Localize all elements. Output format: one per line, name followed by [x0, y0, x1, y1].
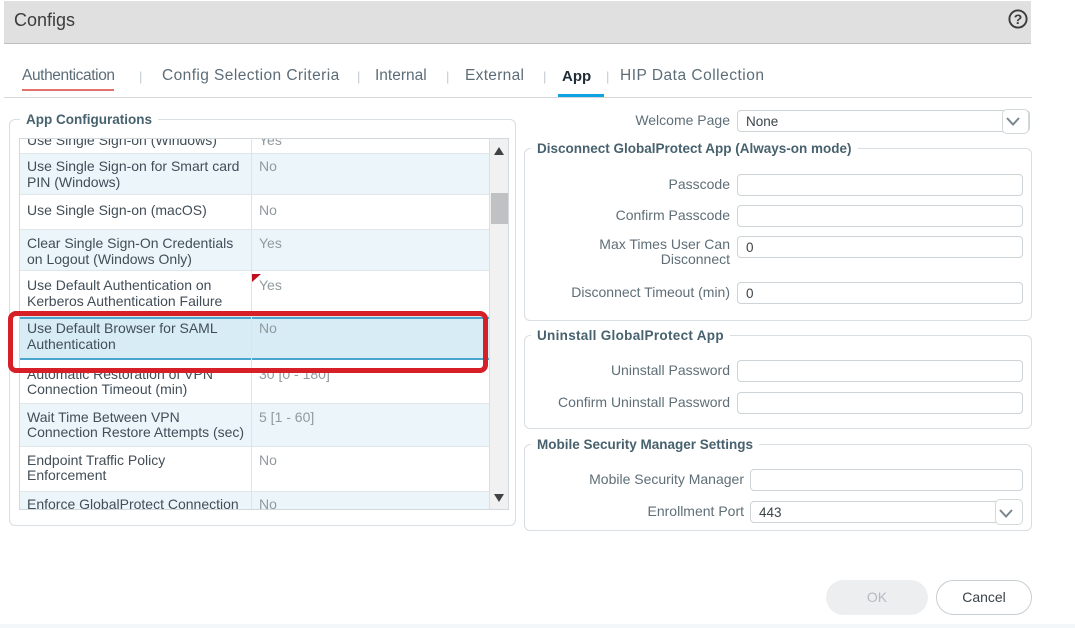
svg-text:?: ?: [1014, 11, 1023, 27]
